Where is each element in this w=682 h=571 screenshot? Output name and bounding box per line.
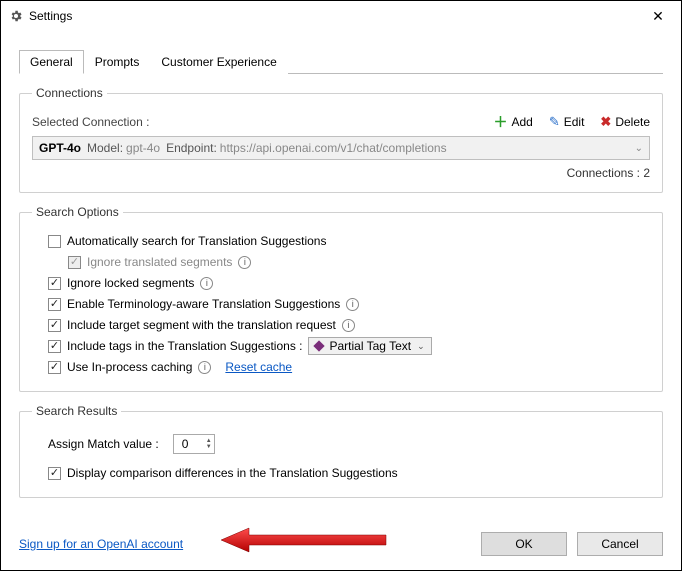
- reset-cache-link[interactable]: Reset cache: [225, 360, 292, 374]
- search-results-legend: Search Results: [32, 404, 121, 418]
- x-icon: ✖: [600, 114, 611, 130]
- search-options-legend: Search Options: [32, 205, 123, 219]
- settings-dialog: Settings ✕ General Prompts Customer Expe…: [0, 0, 682, 571]
- include-target-label: Include target segment with the translat…: [67, 318, 336, 332]
- tab-customer-experience[interactable]: Customer Experience: [150, 50, 287, 74]
- diamond-icon: [314, 340, 325, 351]
- include-target-checkbox[interactable]: [48, 319, 61, 332]
- connection-count: Connections : 2: [32, 166, 650, 180]
- window-title: Settings: [29, 9, 72, 23]
- ignore-translated-label: Ignore translated segments: [87, 255, 232, 269]
- tag-mode-select[interactable]: Partial Tag Text ⌄: [308, 337, 431, 355]
- signup-link[interactable]: Sign up for an OpenAI account: [19, 537, 183, 551]
- info-icon[interactable]: i: [342, 319, 355, 332]
- assign-match-input[interactable]: 0 ▲ ▼: [173, 434, 215, 454]
- add-connection-button[interactable]: ＋ Add: [493, 114, 532, 130]
- tab-general[interactable]: General: [19, 50, 84, 74]
- include-tags-label: Include tags in the Translation Suggesti…: [67, 339, 302, 353]
- search-options-group: Search Options Automatically search for …: [19, 205, 663, 392]
- ignore-locked-checkbox[interactable]: [48, 277, 61, 290]
- search-results-group: Search Results Assign Match value : 0 ▲ …: [19, 404, 663, 498]
- auto-search-checkbox[interactable]: [48, 235, 61, 248]
- connections-legend: Connections: [32, 86, 107, 100]
- ignore-locked-label: Ignore locked segments: [67, 276, 194, 290]
- chevron-down-icon: ⌄: [417, 341, 425, 352]
- pencil-icon: ✎: [549, 114, 560, 130]
- use-cache-checkbox[interactable]: [48, 361, 61, 374]
- display-diff-label: Display comparison differences in the Tr…: [67, 466, 398, 480]
- info-icon[interactable]: i: [200, 277, 213, 290]
- info-icon[interactable]: i: [238, 256, 251, 269]
- edit-connection-button[interactable]: ✎ Edit: [549, 114, 585, 130]
- info-icon[interactable]: i: [198, 361, 211, 374]
- close-button[interactable]: ✕: [643, 8, 673, 25]
- chevron-down-icon: ⌄: [635, 143, 643, 154]
- titlebar: Settings ✕: [1, 1, 681, 31]
- auto-search-label: Automatically search for Translation Sug…: [67, 234, 326, 248]
- tab-bar: General Prompts Customer Experience: [19, 49, 663, 74]
- cancel-button[interactable]: Cancel: [577, 532, 663, 556]
- connections-group: Connections Selected Connection : ＋ Add …: [19, 86, 663, 193]
- connection-dropdown[interactable]: GPT-4o Model: gpt-4o Endpoint: https://a…: [32, 136, 650, 160]
- dialog-footer: Sign up for an OpenAI account OK Cancel: [1, 518, 681, 570]
- delete-connection-button[interactable]: ✖ Delete: [600, 114, 650, 130]
- dialog-content: General Prompts Customer Experience Conn…: [1, 31, 681, 510]
- display-diff-checkbox[interactable]: [48, 467, 61, 480]
- ok-button[interactable]: OK: [481, 532, 567, 556]
- plus-icon: ＋: [493, 115, 507, 129]
- terminology-label: Enable Terminology-aware Translation Sug…: [67, 297, 340, 311]
- connection-name: GPT-4o: [39, 141, 81, 155]
- use-cache-label: Use In-process caching: [67, 360, 192, 374]
- tab-prompts[interactable]: Prompts: [84, 50, 151, 74]
- terminology-checkbox[interactable]: [48, 298, 61, 311]
- gear-icon: [9, 9, 23, 23]
- assign-match-label: Assign Match value :: [48, 437, 159, 451]
- include-tags-checkbox[interactable]: [48, 340, 61, 353]
- ignore-translated-checkbox: [68, 256, 81, 269]
- info-icon[interactable]: i: [346, 298, 359, 311]
- selected-connection-label: Selected Connection :: [32, 115, 149, 129]
- spin-down-icon[interactable]: ▼: [206, 444, 212, 450]
